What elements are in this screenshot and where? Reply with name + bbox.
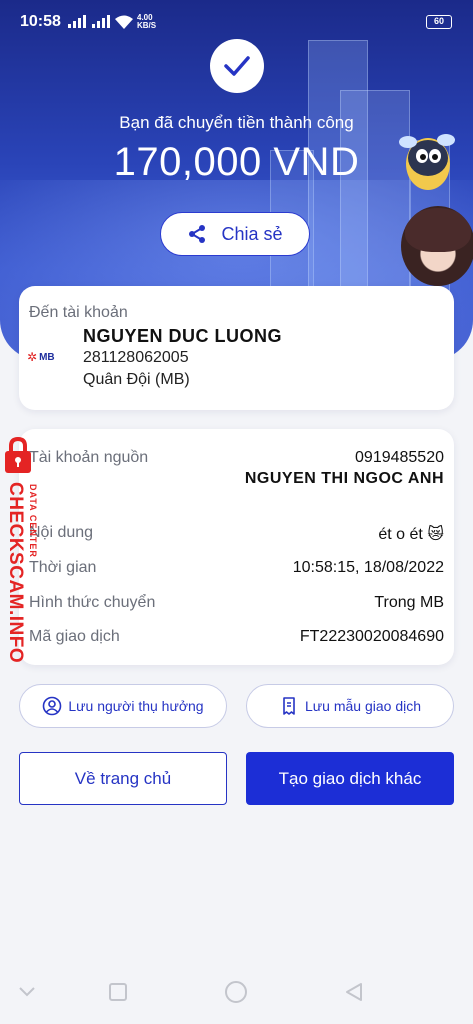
bee-mascot-icon xyxy=(399,134,455,190)
back-icon[interactable] xyxy=(344,982,364,1002)
share-icon xyxy=(189,225,206,243)
source-account-number: 0919485520 xyxy=(355,449,444,466)
beneficiary-bank: Quân Đội (MB) xyxy=(83,371,190,388)
user-icon xyxy=(43,696,62,716)
wifi-icon xyxy=(115,15,133,29)
success-check-icon xyxy=(210,39,264,93)
method-label: Hình thức chuyển xyxy=(29,594,156,611)
beneficiary-account-number: 281128062005 xyxy=(83,349,189,366)
save-beneficiary-label: Lưu người thụ hưởng xyxy=(68,698,204,714)
beneficiary-name: NGUYEN DUC LUONG xyxy=(83,326,283,346)
status-bar: 10:58 4.00 KB/S 60 xyxy=(0,0,473,40)
battery-icon: 60 xyxy=(426,15,452,29)
transaction-details-card: Tài khoản nguồn 0919485520 NGUYEN THI NG… xyxy=(19,429,454,665)
avatar[interactable] xyxy=(401,206,473,286)
content-value: ét o ét 😿 xyxy=(378,526,444,543)
mb-bank-logo: ✲ MB xyxy=(27,350,55,364)
watermark-subtext: DATA CENTER xyxy=(28,484,38,558)
signal-icon xyxy=(92,15,110,28)
source-account-label: Tài khoản nguồn xyxy=(29,449,149,466)
recents-icon[interactable] xyxy=(108,982,128,1002)
save-template-button[interactable]: Lưu mẫu giao dịch xyxy=(246,684,454,728)
time-value: 10:58:15, 18/08/2022 xyxy=(292,559,444,576)
checkscam-watermark: CHECKSCAM.INFO DATA CENTER xyxy=(0,436,44,666)
status-time: 10:58 xyxy=(20,13,61,30)
destination-label: Đến tài khoản xyxy=(29,304,128,321)
signal-icon xyxy=(68,15,86,28)
save-beneficiary-button[interactable]: Lưu người thụ hưởng xyxy=(19,684,227,728)
save-template-label: Lưu mẫu giao dịch xyxy=(305,698,421,714)
source-account-name: NGUYEN THI NGOC ANH xyxy=(244,470,444,487)
share-label: Chia sẻ xyxy=(221,223,283,244)
chevron-down-icon[interactable] xyxy=(18,986,36,998)
lock-icon xyxy=(5,436,31,473)
net-speed: 4.00 KB/S xyxy=(137,13,157,30)
receipt-icon xyxy=(283,697,295,715)
method-value: Trong MB xyxy=(374,594,444,611)
home-nav-icon[interactable] xyxy=(224,980,248,1004)
destination-card: Đến tài khoản ✲ MB NGUYEN DUC LUONG 28112… xyxy=(19,286,454,410)
transaction-id-value: FT22230020084690 xyxy=(299,628,444,645)
new-transaction-button[interactable]: Tạo giao dịch khác xyxy=(246,752,454,805)
home-button[interactable]: Về trang chủ xyxy=(19,752,227,805)
system-nav-bar xyxy=(0,962,473,1024)
share-button[interactable]: Chia sẻ xyxy=(160,212,310,256)
watermark-text: CHECKSCAM.INFO xyxy=(5,482,26,664)
